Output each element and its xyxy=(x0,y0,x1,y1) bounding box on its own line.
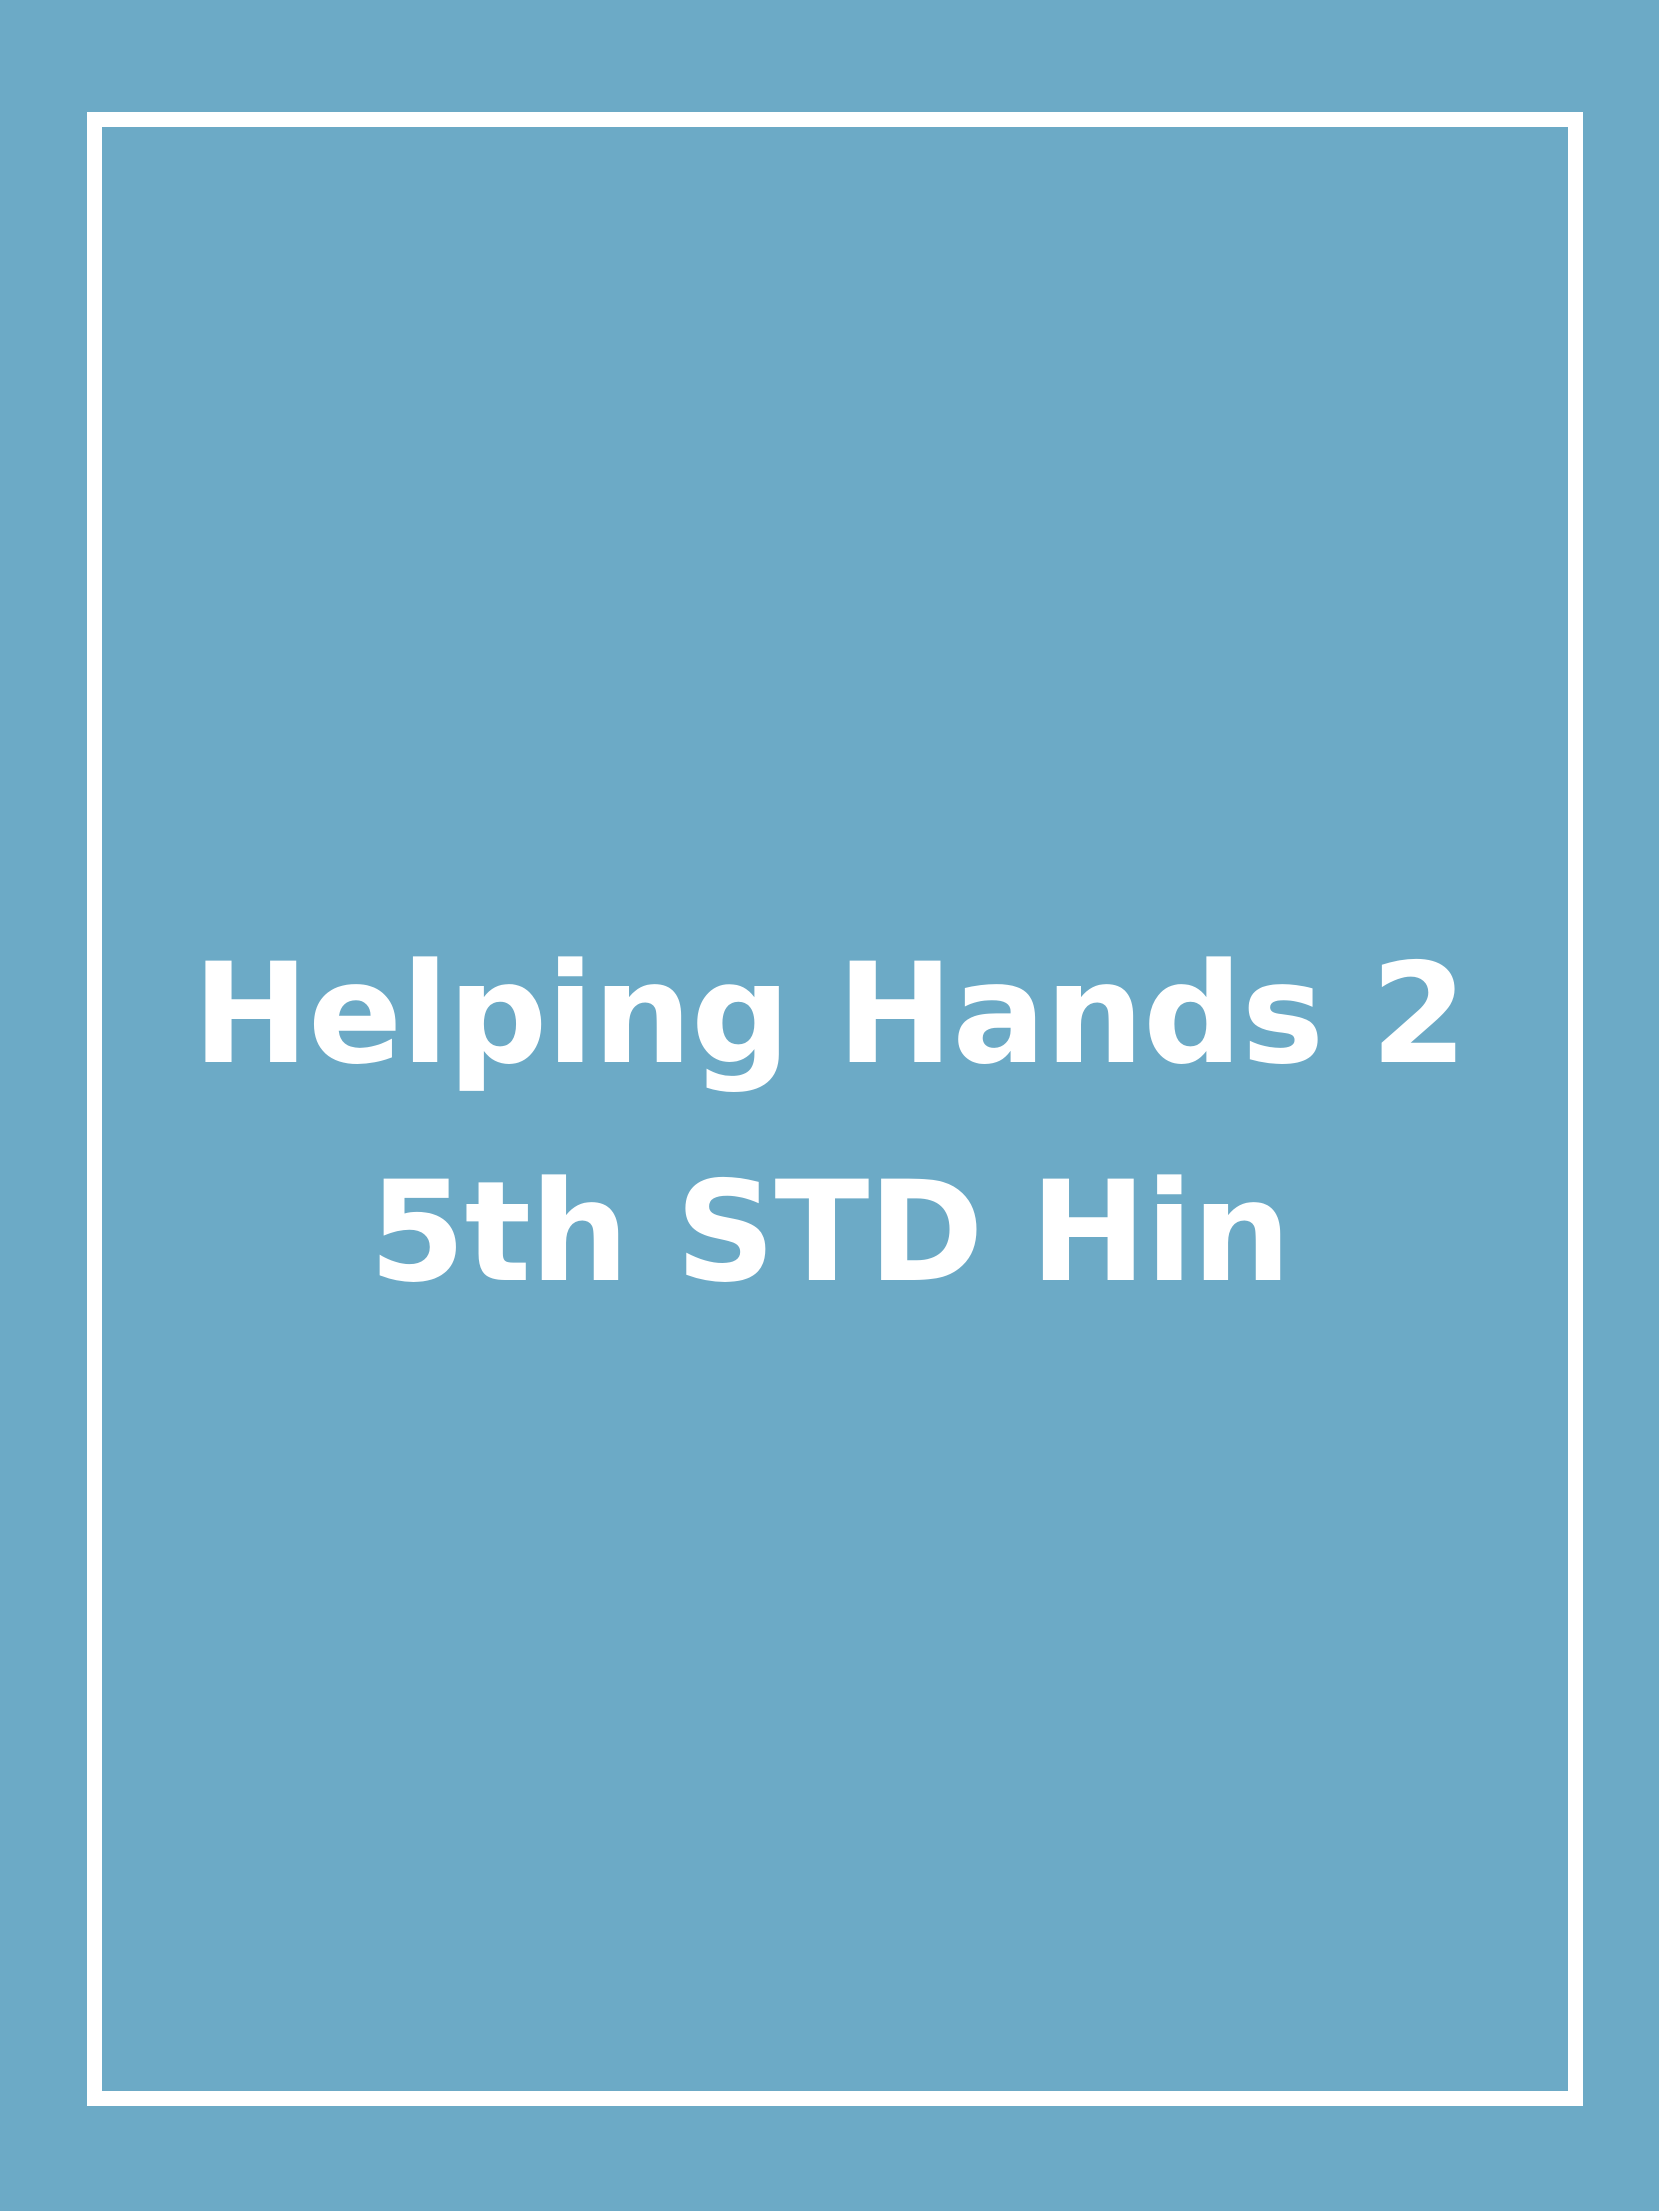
title-line-2: 5th STD Hin xyxy=(368,1151,1291,1313)
title-line-1: Helping Hands 2 xyxy=(192,933,1468,1095)
book-cover: Helping Hands 2 5th STD Hin xyxy=(0,0,1659,2211)
cover-title: Helping Hands 2 5th STD Hin xyxy=(0,905,1659,1341)
